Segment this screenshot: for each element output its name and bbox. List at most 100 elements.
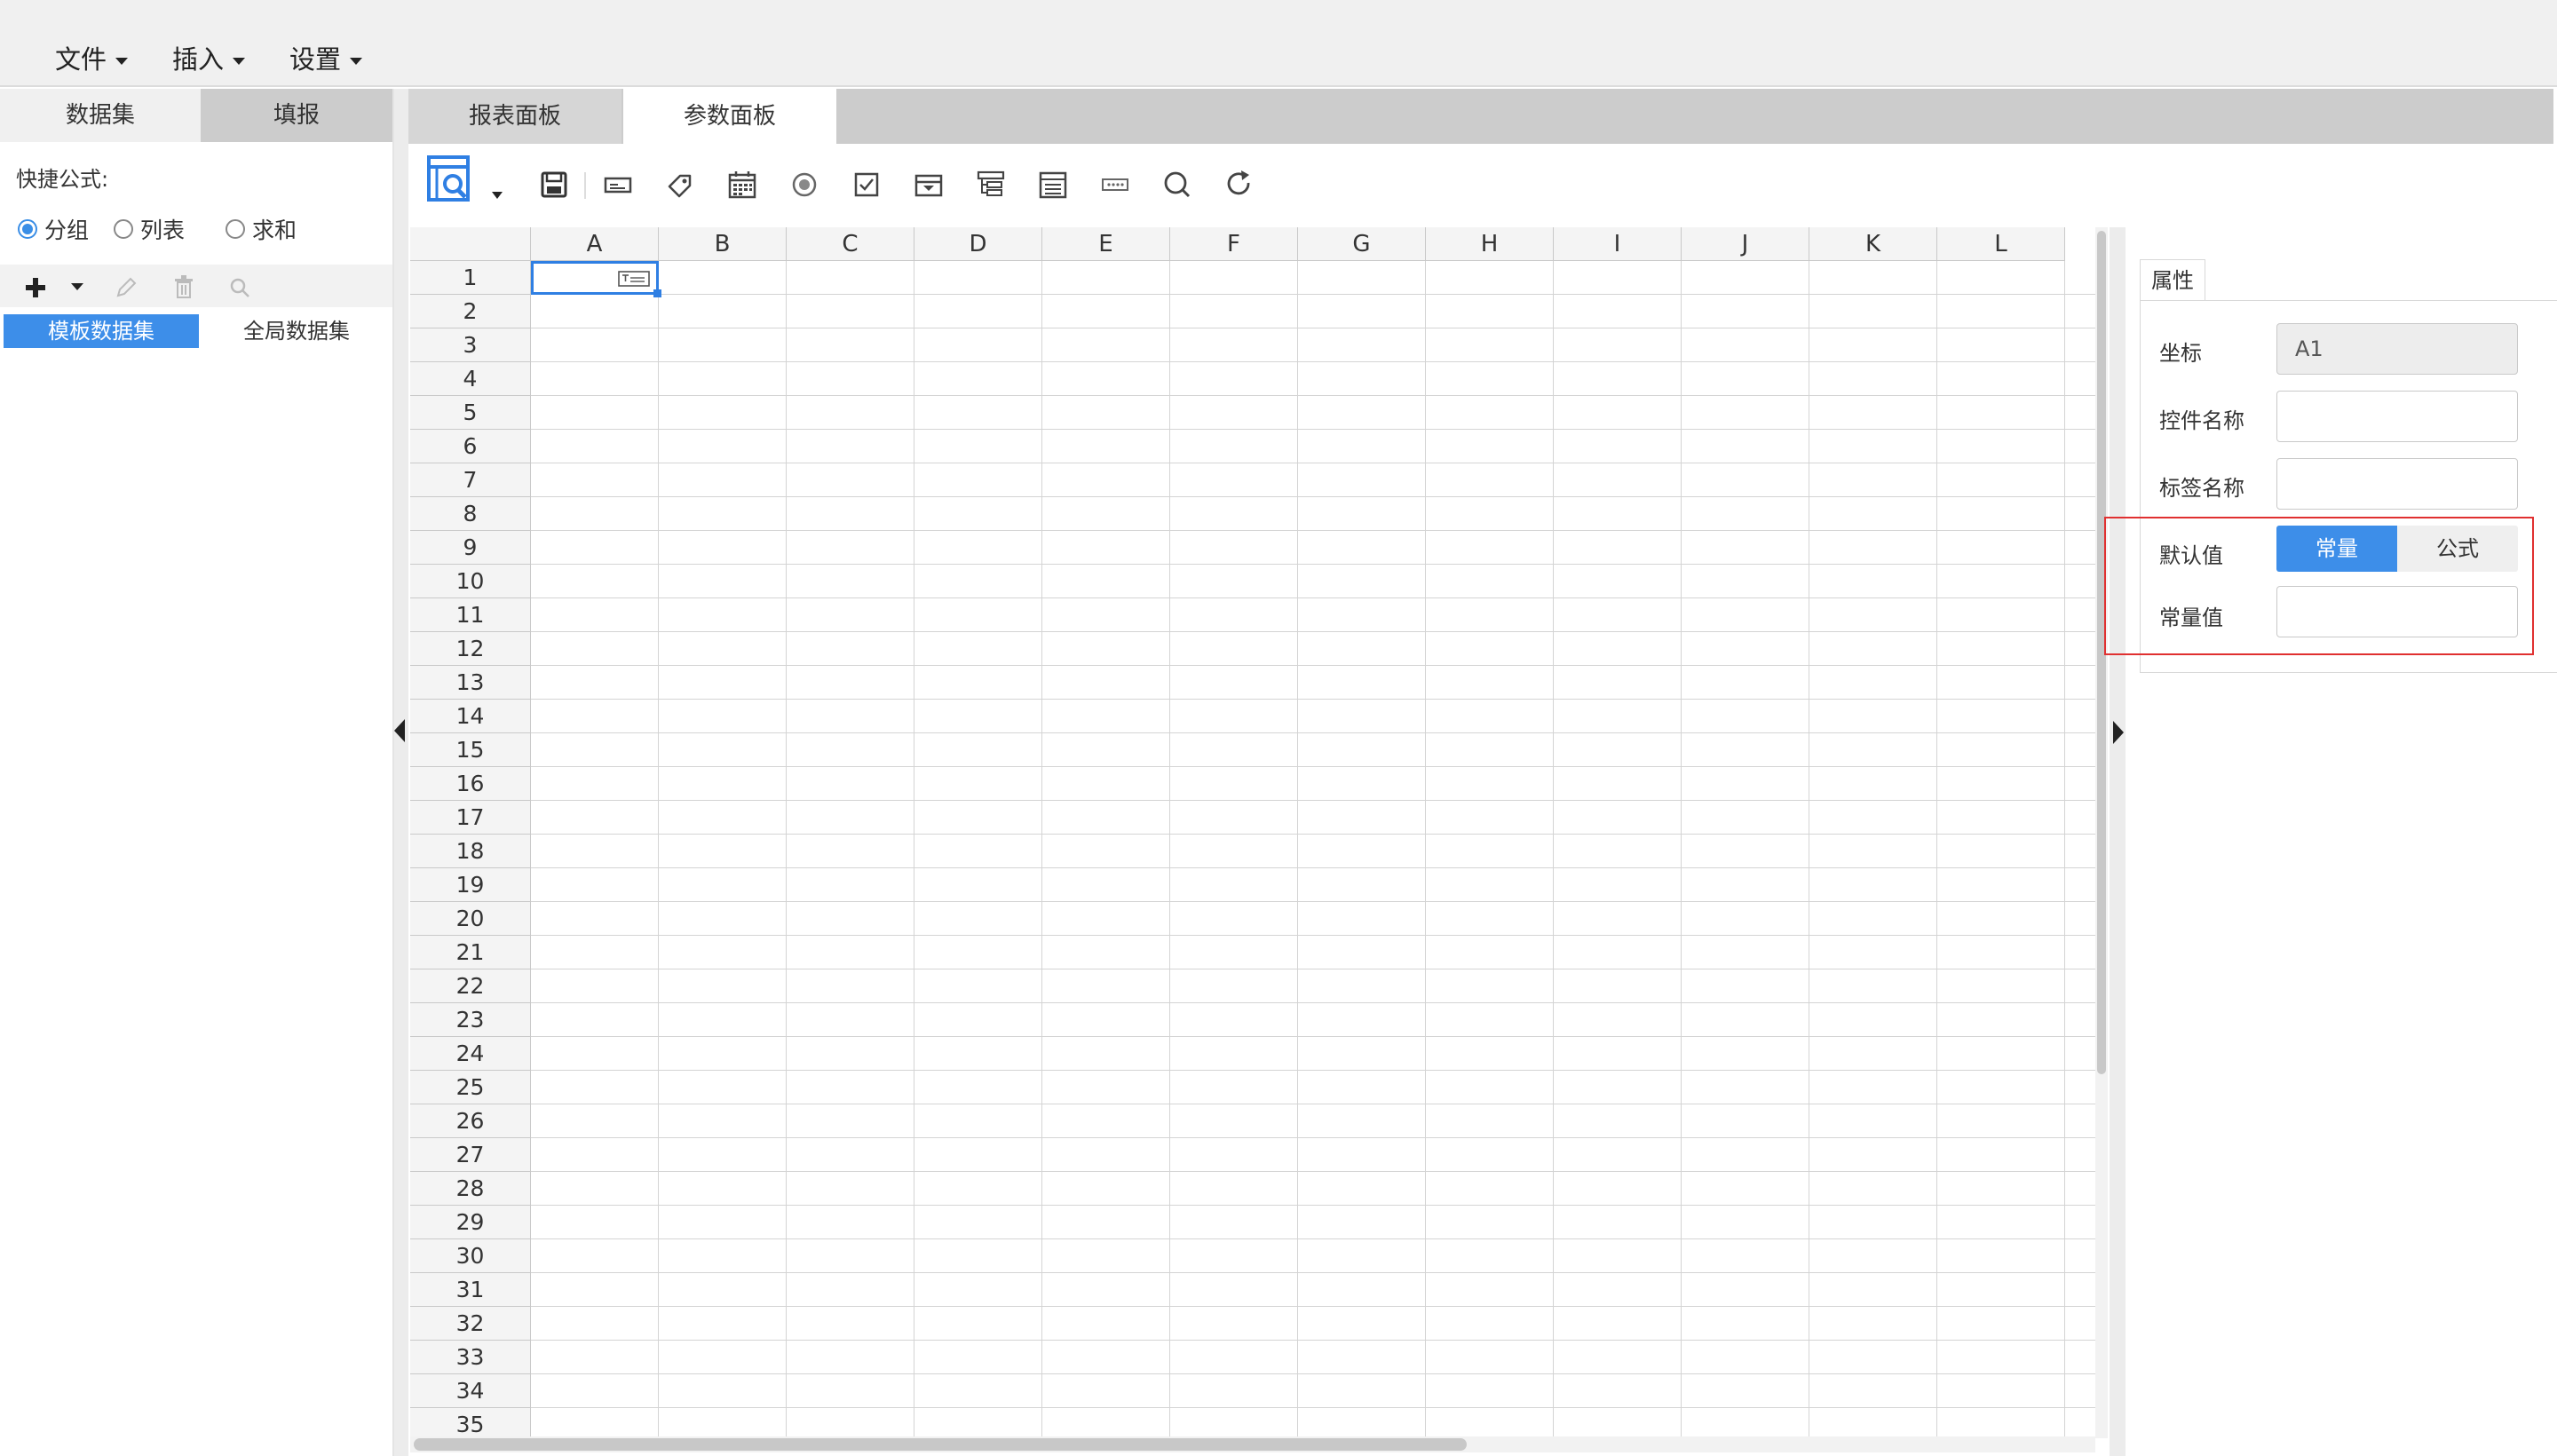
add-icon[interactable] xyxy=(23,275,48,300)
right-splitter[interactable] xyxy=(2110,227,2126,1456)
column-header-cell[interactable]: F xyxy=(1170,227,1298,261)
constant-value-input[interactable] xyxy=(2276,586,2518,637)
tab-report-panel[interactable]: 报表面板 xyxy=(408,89,621,144)
tab-fill-report[interactable]: 填报 xyxy=(201,89,392,142)
radio-group[interactable]: 分组 xyxy=(18,213,89,245)
row-header-cell[interactable]: 23 xyxy=(410,1003,531,1037)
label-tag-icon[interactable] xyxy=(664,169,696,201)
row-header-cell[interactable]: 31 xyxy=(410,1273,531,1307)
column-header-cell[interactable]: J xyxy=(1682,227,1809,261)
menu-insert[interactable]: 插入 xyxy=(172,39,246,76)
row-header-cell[interactable]: 1 xyxy=(410,261,531,295)
default-value-label: 默认值 xyxy=(2159,543,2223,568)
collapse-right-icon[interactable] xyxy=(2111,719,2126,746)
row-header-cell[interactable]: 10 xyxy=(410,565,531,598)
row-header-cell[interactable]: 33 xyxy=(410,1341,531,1374)
row-header-cell[interactable]: 8 xyxy=(410,497,531,531)
tag-name-input[interactable] xyxy=(2276,458,2518,510)
coord-label: 坐标 xyxy=(2159,341,2202,366)
chevron-down-icon[interactable] xyxy=(69,281,85,293)
radio-sum[interactable]: 求和 xyxy=(226,213,297,245)
list-control-icon[interactable] xyxy=(1037,169,1069,201)
column-header-cell[interactable]: B xyxy=(659,227,787,261)
save-icon[interactable] xyxy=(538,169,570,201)
row-header-cell[interactable]: 22 xyxy=(410,969,531,1003)
text-control-icon[interactable] xyxy=(602,169,634,201)
date-control-icon[interactable] xyxy=(726,169,758,201)
row-header-cell[interactable]: 26 xyxy=(410,1104,531,1138)
row-header-cell[interactable]: 12 xyxy=(410,632,531,666)
control-name-input[interactable] xyxy=(2276,391,2518,442)
row-header-cell[interactable]: 3 xyxy=(410,328,531,362)
column-header-cell[interactable]: A xyxy=(531,227,659,261)
option-formula[interactable]: 公式 xyxy=(2397,526,2518,572)
row-header-cell[interactable]: 24 xyxy=(410,1037,531,1071)
row-header-cell[interactable]: 2 xyxy=(410,295,531,328)
row-header-cell[interactable]: 15 xyxy=(410,733,531,767)
option-constant[interactable]: 常量 xyxy=(2276,526,2397,572)
grid-cells[interactable] xyxy=(531,261,2095,1438)
row-header-cell[interactable]: 20 xyxy=(410,902,531,936)
row-header-cell[interactable]: 14 xyxy=(410,700,531,733)
delete-icon[interactable] xyxy=(172,273,195,300)
row-header-cell[interactable]: 13 xyxy=(410,666,531,700)
tab-template-dataset[interactable]: 模板数据集 xyxy=(4,314,199,348)
row-header-cell[interactable]: 34 xyxy=(410,1374,531,1408)
password-control-icon[interactable] xyxy=(1099,169,1131,201)
row-header-cell[interactable]: 16 xyxy=(410,767,531,801)
column-header-cell[interactable]: I xyxy=(1554,227,1682,261)
column-header-cell[interactable]: E xyxy=(1042,227,1170,261)
query-button-icon[interactable] xyxy=(1161,169,1193,201)
row-header-cell[interactable]: 30 xyxy=(410,1239,531,1273)
radio-unselected-icon[interactable] xyxy=(114,219,133,239)
dropdown-control-icon[interactable] xyxy=(913,169,945,201)
column-header-cell[interactable]: L xyxy=(1937,227,2065,261)
text-widget-icon[interactable] xyxy=(618,270,650,288)
radio-unselected-icon[interactable] xyxy=(226,219,245,239)
row-header-cell[interactable]: 5 xyxy=(410,396,531,430)
row-header-cell[interactable]: 11 xyxy=(410,598,531,632)
radio-list[interactable]: 列表 xyxy=(114,213,185,245)
row-header-cell[interactable]: 32 xyxy=(410,1307,531,1341)
row-header-cell[interactable]: 29 xyxy=(410,1206,531,1239)
chevron-down-icon[interactable] xyxy=(490,190,504,201)
row-header-cell[interactable]: 28 xyxy=(410,1172,531,1206)
radio-control-icon[interactable] xyxy=(788,169,820,201)
row-header-cell[interactable]: 25 xyxy=(410,1071,531,1104)
row-header-cell[interactable]: 21 xyxy=(410,936,531,969)
fill-handle[interactable] xyxy=(653,289,661,297)
checkbox-control-icon[interactable] xyxy=(851,169,883,201)
column-header-cell[interactable]: H xyxy=(1426,227,1554,261)
column-header-cell[interactable]: D xyxy=(914,227,1042,261)
tab-properties[interactable]: 属性 xyxy=(2140,259,2205,300)
preview-search-icon[interactable] xyxy=(426,154,478,206)
row-header-cell[interactable]: 9 xyxy=(410,531,531,565)
row-header-cell[interactable]: 18 xyxy=(410,835,531,868)
horizontal-scrollbar[interactable] xyxy=(414,1438,1467,1451)
search-icon[interactable] xyxy=(227,275,252,300)
column-header-cell[interactable]: K xyxy=(1809,227,1937,261)
row-header-cell[interactable]: 6 xyxy=(410,430,531,463)
row-header-cell[interactable]: 7 xyxy=(410,463,531,497)
tree-control-icon[interactable] xyxy=(975,169,1007,201)
grid-corner[interactable] xyxy=(410,227,531,261)
param-grid[interactable]: ABCDEFGHIJKL 1 2 3 4 5 6 7 8 9 10 11 12 13 14 15 16 17 18… xyxy=(410,227,2095,1438)
reset-icon[interactable] xyxy=(1223,169,1255,201)
menu-file[interactable]: 文件 xyxy=(55,39,129,76)
tab-dataset[interactable]: 数据集 xyxy=(0,89,201,142)
row-header-cell[interactable]: 35 xyxy=(410,1408,531,1438)
tab-global-dataset[interactable]: 全局数据集 xyxy=(201,314,392,348)
tab-param-panel[interactable]: 参数面板 xyxy=(623,89,836,144)
left-splitter[interactable] xyxy=(394,89,408,1456)
column-header-cell[interactable]: C xyxy=(787,227,914,261)
row-header-cell[interactable]: 19 xyxy=(410,868,531,902)
menu-settings[interactable]: 设置 xyxy=(289,39,363,76)
radio-selected-icon[interactable] xyxy=(18,219,37,239)
row-header-cell[interactable]: 17 xyxy=(410,801,531,835)
row-header-cell[interactable]: 4 xyxy=(410,362,531,396)
row-header-cell[interactable]: 27 xyxy=(410,1138,531,1172)
column-header-cell[interactable]: G xyxy=(1298,227,1426,261)
coord-field[interactable]: A1 xyxy=(2276,323,2518,375)
edit-icon[interactable] xyxy=(114,275,139,300)
collapse-left-icon[interactable] xyxy=(392,717,407,744)
